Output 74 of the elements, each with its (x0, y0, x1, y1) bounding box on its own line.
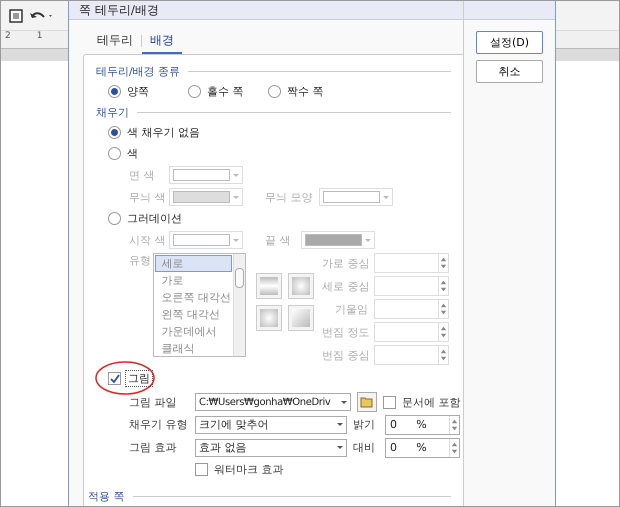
field-label: 밝기 (353, 417, 376, 432)
page-margin-band (556, 49, 619, 61)
field-label: 기울임 (334, 302, 368, 316)
gradient-preview-icon (256, 305, 282, 331)
color-dropdown[interactable] (169, 231, 243, 249)
gradient-type-list[interactable]: 세로 가로 오른쪽 대각선 왼쪽 대각선 가운데에서 클래식 (152, 253, 246, 357)
radio-button[interactable]: 양쪽 (108, 84, 168, 99)
annotation-circle (94, 360, 156, 396)
dropdown[interactable]: 효과 없음 (195, 438, 347, 456)
checkbox[interactable] (195, 463, 208, 476)
file-dropdown[interactable]: C:₩Users₩gonha₩OneDriv (195, 393, 351, 411)
window-title: 쪽 테두리/배경 (79, 2, 159, 18)
checkbox-label[interactable]: 그림 (125, 370, 153, 386)
page-margin-band (1, 49, 68, 61)
color-dropdown[interactable] (169, 188, 243, 206)
field-label: 가로 중심 (322, 256, 368, 270)
spin-field[interactable] (374, 253, 449, 273)
field-label: 번짐 중심 (322, 348, 368, 362)
ruler: 2 1 (1, 31, 68, 49)
spin-field[interactable] (374, 299, 449, 319)
pattern-dropdown[interactable] (318, 188, 392, 206)
field-label: 무늬 모양 (265, 190, 312, 204)
radio-button[interactable]: 짝수 쪽 (268, 84, 328, 99)
section-title: 적용 쪽 (88, 488, 124, 504)
spin-field[interactable]: 0 % (385, 414, 460, 434)
tab[interactable]: 테두리 (89, 28, 141, 54)
field-label: 그림 효과 (129, 440, 178, 455)
document-icon (9, 8, 23, 22)
checkbox-label: 워터마크 효과 (214, 462, 284, 477)
spin-field[interactable] (374, 276, 449, 296)
radio-button[interactable]: 색 (108, 146, 168, 161)
gradient-preview-icon (288, 273, 314, 299)
field-label: 세로 중심 (322, 278, 368, 294)
spinner-arrows-icon[interactable] (448, 416, 459, 434)
radio-button[interactable]: 그러데이션 (108, 211, 182, 226)
field-label: 무늬 색 (129, 190, 163, 204)
spinner-arrows-icon[interactable] (438, 300, 448, 318)
field-label: 시작 색 (129, 232, 163, 248)
dropdown[interactable]: 크기에 맞추어 (195, 416, 347, 434)
list-item[interactable]: 가운데에서 (154, 323, 232, 340)
list-item[interactable]: 오른쪽 대각선 (154, 289, 232, 306)
spinner-arrows-icon[interactable] (438, 346, 448, 364)
color-dropdown[interactable] (301, 231, 375, 249)
color-dropdown[interactable] (169, 166, 243, 184)
section-title: 채우기 (96, 104, 129, 120)
dialog-button[interactable]: 취소 (476, 60, 543, 83)
spinner-arrows-icon[interactable] (438, 254, 448, 272)
spinner-arrows-icon[interactable] (448, 438, 459, 456)
field-label: 대비 (353, 440, 376, 455)
folder-icon[interactable] (357, 392, 377, 412)
radio-button[interactable]: 홀수 쪽 (188, 84, 248, 99)
spinner-arrows-icon[interactable] (438, 323, 448, 341)
checkbox[interactable] (108, 372, 121, 384)
checkbox-label: 문서에 포함 (402, 394, 460, 410)
field-label: 그림 파일 (129, 394, 178, 410)
field-label: 번짐 정도 (322, 324, 368, 340)
spin-field[interactable] (374, 322, 449, 342)
list-item[interactable]: 왼쪽 대각선 (154, 306, 232, 323)
spin-field[interactable]: 0 % (385, 438, 460, 458)
field-label: 끝 색 (265, 232, 292, 248)
list-item[interactable]: 가로 (154, 272, 232, 289)
spin-field[interactable] (374, 345, 449, 365)
field-label: 면 색 (129, 168, 156, 182)
spinner-arrows-icon[interactable] (438, 277, 448, 295)
checkbox[interactable] (383, 396, 396, 408)
list-item[interactable]: 클래식 (154, 340, 232, 357)
radio-button[interactable]: 색 채우기 없음 (108, 125, 200, 140)
field-label: 채우기 유형 (129, 417, 188, 432)
gradient-preview-icon (256, 273, 282, 299)
scrollbar[interactable] (233, 254, 245, 356)
section-title: 테두리/배경 종류 (96, 64, 180, 78)
dialog-button[interactable]: 설정(D) (476, 31, 543, 54)
gradient-preview-icon (288, 305, 314, 331)
field-label: 유형 (129, 253, 152, 269)
